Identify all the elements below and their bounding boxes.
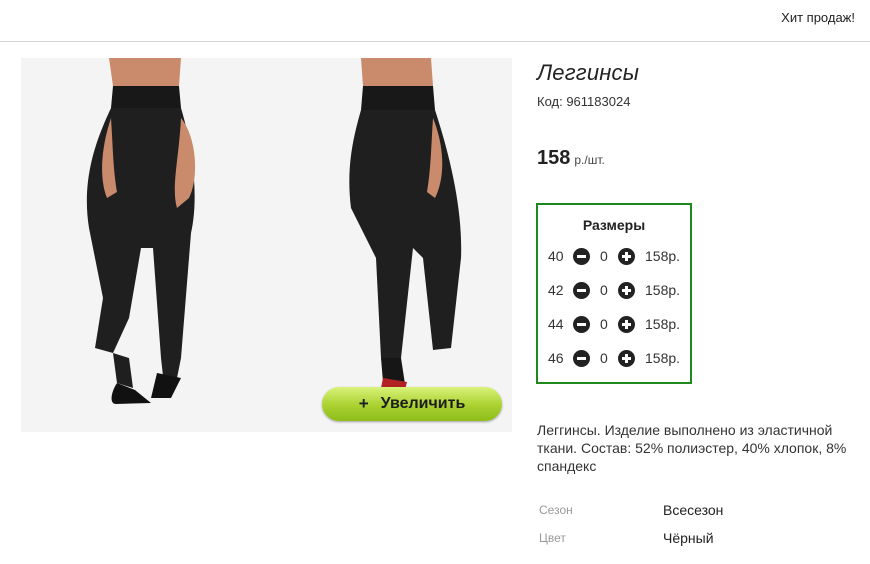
size-selector: Размеры 40 0 158р. 42 0 158р. 44 0 158р.… (536, 203, 692, 384)
size-row-42: 42 0 158р. (538, 281, 690, 301)
size-label: 42 (548, 282, 564, 298)
property-label-season: Сезон (539, 503, 573, 517)
hit-badge: Хит продаж! (781, 10, 855, 25)
size-row-40: 40 0 158р. (538, 247, 690, 267)
product-title: Леггинсы (537, 60, 640, 85)
property-value-color: Чёрный (663, 530, 714, 546)
price-amount: 158 (537, 147, 571, 169)
size-label: 40 (548, 248, 564, 264)
product-description: Леггинсы. Изделие выполнено из эластично… (537, 422, 847, 474)
size-price: 158р. (645, 316, 681, 332)
product-image[interactable] (21, 58, 512, 432)
quantity-value: 0 (600, 350, 608, 366)
zoom-plus-icon: + (358, 394, 369, 413)
size-label: 44 (548, 316, 564, 332)
top-bar: Хит продаж! (0, 0, 870, 42)
size-price: 158р. (645, 350, 681, 366)
quantity-value: 0 (600, 316, 608, 332)
leggings-photo (86, 58, 462, 404)
decrease-quantity-icon[interactable] (573, 350, 590, 367)
increase-quantity-icon[interactable] (618, 282, 635, 299)
increase-quantity-icon[interactable] (618, 316, 635, 333)
back-view-figure (349, 58, 462, 390)
product-code: Код: 961183024 (537, 94, 631, 109)
quantity-value: 0 (600, 282, 608, 298)
size-price: 158р. (645, 282, 681, 298)
price-unit: р./шт. (574, 153, 605, 167)
size-price: 158р. (645, 248, 681, 264)
size-row-44: 44 0 158р. (538, 315, 690, 335)
zoom-button-label: Увеличить (380, 395, 466, 412)
increase-quantity-icon[interactable] (618, 248, 635, 265)
decrease-quantity-icon[interactable] (573, 248, 590, 265)
front-view-figure (86, 58, 196, 404)
size-row-46: 46 0 158р. (538, 349, 690, 369)
sizes-heading: Размеры (582, 217, 646, 233)
decrease-quantity-icon[interactable] (573, 282, 590, 299)
quantity-value: 0 (600, 248, 608, 264)
property-value-season: Всесезон (663, 502, 724, 518)
size-label: 46 (548, 350, 564, 366)
product-price: 158 р./шт. (537, 147, 605, 170)
zoom-button[interactable]: + Увеличить (322, 387, 502, 421)
property-label-color: Цвет (539, 531, 566, 545)
decrease-quantity-icon[interactable] (573, 316, 590, 333)
increase-quantity-icon[interactable] (618, 350, 635, 367)
